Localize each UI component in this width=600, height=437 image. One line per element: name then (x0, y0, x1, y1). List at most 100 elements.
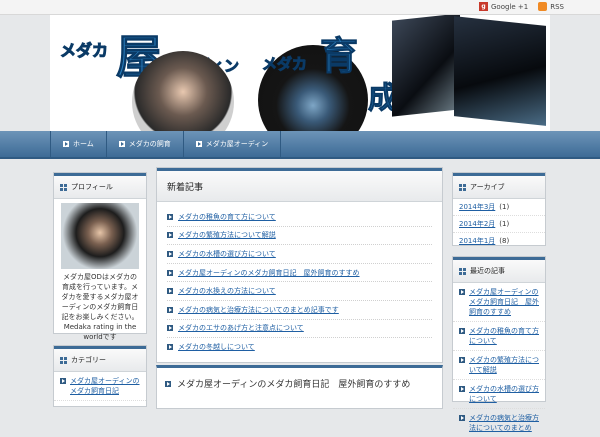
archive-link: 2014年1月 (459, 237, 496, 245)
recent-post-link: メダカ屋オーディンのメダカ飼育日記 屋外飼育のすすめ (469, 288, 539, 316)
arrow-icon (167, 325, 173, 332)
grid-icon (459, 183, 466, 191)
post-link: メダカのエサのあげ方と注意点について (178, 324, 304, 333)
arrow-icon (167, 269, 173, 276)
google-plus-icon: g (479, 2, 488, 11)
arrow-icon (459, 328, 465, 334)
new-posts-widget: 新着記事 メダカの稚魚の育て方について メダカの繁殖方法について解説 メダカの水… (156, 167, 443, 363)
social-links: g Google +1 RSS (479, 2, 564, 11)
archive-item[interactable]: 2014年1月 (8) (453, 233, 545, 249)
banner-text-medaka-2: メダカ (261, 55, 308, 74)
grid-icon (459, 267, 466, 275)
arrow-icon (195, 141, 202, 147)
archive-count: (1) (499, 220, 510, 228)
recent-post-item[interactable]: メダカ屋オーディンのメダカ飼育日記 屋外飼育のすすめ (453, 283, 545, 322)
arrow-icon (165, 380, 171, 387)
rss-link[interactable]: RSS (538, 2, 564, 11)
profile-description: メダカ屋ODはメダカの育成を行っています。メダカを愛するメダカ屋オーディンのメダ… (61, 273, 139, 321)
grid-icon (60, 356, 67, 364)
recent-post-item[interactable]: メダカの水槽の選び方について (453, 380, 545, 409)
recent-post-link: メダカの稚魚の育て方について (469, 327, 539, 345)
post-link: メダカの水換えの方法について (178, 287, 276, 296)
archive-title: アーカイブ (470, 183, 505, 191)
banner-text-iku: 育 (319, 34, 359, 79)
post-link: メダカの水槽の選び方について (178, 249, 276, 258)
recent-post-item[interactable]: メダカの病気と治療方法についてのまとめ (453, 409, 545, 437)
rss-icon (538, 2, 548, 11)
profile-subtext-tail: です (102, 333, 117, 341)
list-item[interactable]: メダカのエサのあげ方と注意点について (167, 320, 432, 339)
list-item[interactable]: メダカの冬越しについて (167, 338, 432, 356)
arrow-icon (459, 357, 465, 363)
widget-title: アーカイブ (453, 173, 545, 199)
arrow-icon (459, 386, 465, 392)
recent-post-link: メダカの病気と治療方法についてのまとめ (469, 414, 539, 432)
article-preview: メダカ屋オーディンのメダカ飼育日記 屋外飼育のすすめ (156, 365, 443, 409)
list-item[interactable]: メダカの水槽の選び方について (167, 245, 432, 264)
list-item[interactable]: メダカの水換えの方法について (167, 282, 432, 301)
recent-title: 最近の記事 (470, 267, 505, 275)
global-nav: ホーム メダカの飼育 メダカ屋オーディン (0, 131, 600, 159)
nav-item-home[interactable]: ホーム (50, 131, 107, 157)
recent-post-link: メダカの繁殖方法について解説 (469, 356, 539, 374)
nav-item-label: ホーム (73, 140, 94, 148)
header-banner[interactable]: メダカ 屋 オーディン メダカ 育 成 (50, 15, 550, 131)
arrow-icon (60, 378, 66, 384)
archive-widget: アーカイブ 2014年3月 (1) 2014年2月 (1) 2014年1月 (8) (452, 172, 546, 246)
archive-link: 2014年2月 (459, 220, 496, 228)
new-posts-list: メダカの稚魚の育て方について メダカの繁殖方法について解説 メダカの水槽の選び方… (157, 202, 442, 362)
google-plus-button[interactable]: g Google +1 (479, 2, 528, 11)
archive-link: 2014年3月 (459, 203, 496, 211)
arrow-icon (167, 343, 173, 350)
post-link: メダカの冬越しについて (178, 342, 255, 351)
archive-item[interactable]: 2014年2月 (1) (453, 216, 545, 233)
new-posts-title: 新着記事 (157, 168, 442, 202)
recent-post-item[interactable]: メダカの繁殖方法について解説 (453, 351, 545, 380)
recent-post-item[interactable]: メダカの稚魚の育て方について (453, 322, 545, 351)
profile-text: メダカ屋ODはメダカの育成を行っています。メダカを愛するメダカ屋オーディンのメダ… (54, 269, 146, 345)
archive-count: (8) (499, 237, 510, 245)
archive-count: (1) (499, 203, 510, 211)
post-link: メダカ屋オーディンのメダカ飼育日記 屋外飼育のすすめ (178, 268, 360, 277)
recent-post-link: メダカの水槽の選び方について (469, 385, 539, 403)
profile-title: プロフィール (71, 183, 113, 191)
recent-posts-widget: 最近の記事 メダカ屋オーディンのメダカ飼育日記 屋外飼育のすすめ メダカの稚魚の… (452, 256, 546, 432)
arrow-icon (459, 415, 465, 421)
article-title-row[interactable]: メダカ屋オーディンのメダカ飼育日記 屋外飼育のすすめ (157, 368, 442, 399)
google-plus-label: Google +1 (491, 2, 529, 11)
nav-item-label: メダカの飼育 (128, 140, 171, 148)
banner-text-medaka-1: メダカ (59, 41, 109, 61)
widget-title: プロフィール (54, 173, 146, 199)
banner-product-box-back (392, 15, 460, 117)
category-widget: カテゴリー メダカ屋オーディンのメダカ飼育日記 (53, 345, 147, 407)
arrow-icon (167, 213, 173, 220)
rss-label: RSS (550, 2, 564, 11)
arrow-icon (167, 232, 173, 239)
archive-item[interactable]: 2014年3月 (1) (453, 199, 545, 216)
post-link: メダカの稚魚の育て方について (178, 212, 276, 221)
top-bar: g Google +1 RSS (0, 0, 600, 15)
article-title: メダカ屋オーディンのメダカ飼育日記 屋外飼育のすすめ (177, 380, 411, 390)
nav-item-odin[interactable]: メダカ屋オーディン (184, 131, 282, 157)
grid-icon (60, 183, 67, 191)
banner-product-box-front (454, 16, 546, 126)
nav-item-breeding[interactable]: メダカの飼育 (107, 131, 184, 157)
arrow-icon (167, 288, 173, 295)
category-title: カテゴリー (71, 356, 106, 364)
arrow-icon (459, 289, 465, 295)
list-item[interactable]: メダカの繁殖方法について解説 (167, 227, 432, 246)
post-link: メダカの繁殖方法について解説 (178, 231, 276, 240)
category-link-label: メダカ屋オーディンのメダカ飼育日記 (70, 377, 140, 395)
nav-item-label: メダカ屋オーディン (205, 140, 269, 148)
list-item[interactable]: メダカの病気と治療方法についてのまとめ記事です (167, 301, 432, 320)
arrow-icon (63, 141, 69, 147)
arrow-icon (167, 306, 173, 313)
post-link: メダカの病気と治療方法についてのまとめ記事です (178, 305, 339, 314)
arrow-icon (167, 250, 173, 257)
category-link[interactable]: メダカ屋オーディンのメダカ飼育日記 (54, 372, 146, 401)
widget-title: 最近の記事 (453, 257, 545, 283)
arrow-icon (118, 141, 125, 147)
profile-subtext: Medaka rating in the world (63, 323, 137, 341)
list-item[interactable]: メダカ屋オーディンのメダカ飼育日記 屋外飼育のすすめ (167, 264, 432, 283)
list-item[interactable]: メダカの稚魚の育て方について (167, 208, 432, 227)
